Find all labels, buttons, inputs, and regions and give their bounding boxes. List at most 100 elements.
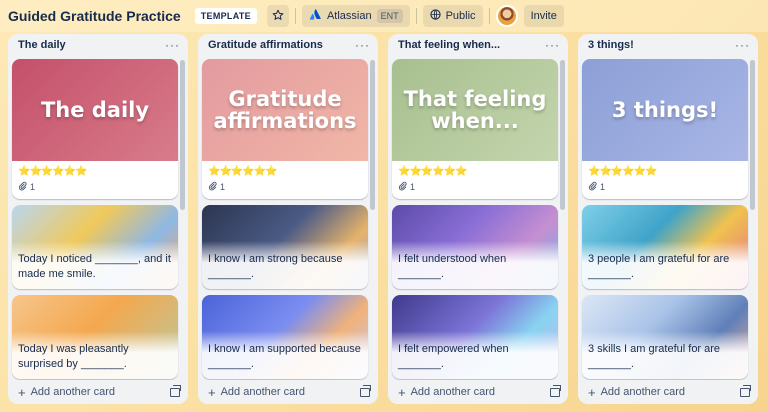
header-divider	[294, 8, 296, 24]
card-rating: ⭐⭐⭐⭐⭐⭐	[398, 166, 468, 177]
template-icon[interactable]	[170, 384, 181, 397]
star-icon	[272, 9, 284, 24]
workspace-button[interactable]: Atlassian ENT	[301, 5, 410, 27]
list-header[interactable]: 3 things! ···	[578, 34, 758, 56]
card-list: Gratitude affirmations ⭐⭐⭐⭐⭐⭐ 1 I know I…	[202, 59, 368, 385]
list-scrollbar[interactable]	[750, 60, 755, 210]
header-divider	[488, 8, 490, 24]
prompt-card[interactable]: 3 people I am grateful for are _______.	[582, 205, 748, 289]
cover-card[interactable]: The daily ⭐⭐⭐⭐⭐⭐ 1	[12, 59, 178, 199]
list-title[interactable]: That feeling when...	[398, 39, 500, 51]
paperclip-icon	[588, 181, 597, 193]
more-dots-icon[interactable]: ···	[735, 39, 750, 51]
card-list: 3 things! ⭐⭐⭐⭐⭐⭐ 1 3 people I am gratefu…	[582, 59, 748, 385]
cover-card[interactable]: 3 things! ⭐⭐⭐⭐⭐⭐ 1	[582, 59, 748, 199]
card-title: 3 skills I am grateful for are _______.	[588, 343, 721, 370]
add-card-label: Add another card	[220, 386, 305, 398]
card-cover: The daily	[12, 59, 178, 161]
paperclip-icon	[18, 181, 27, 193]
list-scrollbar[interactable]	[560, 60, 565, 210]
attachment-badge: 1	[202, 177, 368, 199]
card-cover: That feeling when...	[392, 59, 558, 161]
card-cover-title: Gratitude affirmations	[213, 86, 357, 133]
prompt-card[interactable]: Today I noticed _______, and it made me …	[12, 205, 178, 289]
list-title[interactable]: 3 things!	[588, 39, 634, 51]
attachment-count: 1	[220, 182, 226, 192]
paperclip-icon	[398, 181, 407, 193]
card-list: The daily ⭐⭐⭐⭐⭐⭐ 1 Today I noticed _____…	[12, 59, 178, 385]
star-button[interactable]	[266, 5, 289, 27]
card-title: I know I am supported because _______.	[208, 343, 361, 370]
atlassian-logo-icon	[309, 8, 322, 24]
list-column: The daily ··· The daily ⭐⭐⭐⭐⭐⭐ 1 Today I…	[8, 34, 188, 404]
attachment-badge: 1	[392, 177, 558, 199]
visibility-button[interactable]: Public	[422, 5, 483, 27]
card-title: Today I was pleasantly surprised by ____…	[18, 343, 129, 370]
plus-icon: +	[208, 384, 216, 400]
attachment-count: 1	[600, 182, 606, 192]
list-footer: + Add another card	[578, 380, 758, 404]
list-title[interactable]: The daily	[18, 39, 66, 51]
card-title: 3 people I am grateful for are _______.	[588, 253, 730, 280]
add-card-label: Add another card	[600, 386, 685, 398]
card-title: I know I am strong because _______.	[208, 253, 343, 280]
prompt-card[interactable]: I know I am strong because _______.	[202, 205, 368, 289]
prompt-card[interactable]: I felt empowered when _______.	[392, 295, 558, 379]
invite-button[interactable]: Invite	[523, 5, 564, 27]
visibility-label: Public	[445, 10, 476, 22]
list-footer: + Add another card	[388, 380, 568, 404]
list-scrollbar[interactable]	[180, 60, 185, 210]
prompt-card[interactable]: I know I am supported because _______.	[202, 295, 368, 379]
workspace-label: Atlassian	[326, 10, 372, 22]
card-title: I felt understood when _______.	[398, 253, 507, 280]
prompt-card[interactable]: 3 skills I am grateful for are _______.	[582, 295, 748, 379]
board-title[interactable]: Guided Gratitude Practice	[8, 8, 181, 24]
card-cover-title: That feeling when...	[403, 86, 547, 133]
more-dots-icon[interactable]: ···	[545, 39, 560, 51]
list-header[interactable]: The daily ···	[8, 34, 188, 56]
prompt-card[interactable]: Today I was pleasantly surprised by ____…	[12, 295, 178, 379]
add-card-label: Add another card	[30, 386, 115, 398]
template-icon[interactable]	[740, 384, 751, 397]
list-scrollbar[interactable]	[370, 60, 375, 210]
avatar[interactable]	[495, 5, 518, 27]
plus-icon: +	[398, 384, 406, 400]
add-card-button[interactable]: + Add another card	[18, 386, 115, 399]
card-cover: 3 things!	[582, 59, 748, 161]
plus-icon: +	[18, 384, 26, 400]
card-title: I felt empowered when _______.	[398, 343, 509, 370]
list-column: Gratitude affirmations ··· Gratitude aff…	[198, 34, 378, 404]
add-card-label: Add another card	[410, 386, 495, 398]
paperclip-icon	[208, 181, 217, 193]
more-dots-icon[interactable]: ···	[355, 39, 370, 51]
list-column: 3 things! ··· 3 things! ⭐⭐⭐⭐⭐⭐ 1 3 peopl…	[578, 34, 758, 404]
card-rating: ⭐⭐⭐⭐⭐⭐	[588, 166, 658, 177]
card-rating: ⭐⭐⭐⭐⭐⭐	[208, 166, 278, 177]
attachment-count: 1	[410, 182, 416, 192]
more-dots-icon[interactable]: ···	[165, 39, 180, 51]
cover-card[interactable]: That feeling when... ⭐⭐⭐⭐⭐⭐ 1	[392, 59, 558, 199]
template-icon[interactable]	[550, 384, 561, 397]
add-card-button[interactable]: + Add another card	[588, 386, 685, 399]
add-card-button[interactable]: + Add another card	[398, 386, 495, 399]
card-list: That feeling when... ⭐⭐⭐⭐⭐⭐ 1 I felt und…	[392, 59, 558, 385]
workspace-ent-badge: ENT	[376, 9, 403, 23]
card-cover-title: 3 things!	[611, 97, 719, 122]
board-header: Guided Gratitude Practice TEMPLATE Atlas…	[0, 0, 768, 32]
globe-icon	[429, 9, 441, 23]
list-header[interactable]: Gratitude affirmations ···	[198, 34, 378, 56]
card-title: Today I noticed _______, and it made me …	[18, 253, 171, 280]
template-icon[interactable]	[360, 384, 371, 397]
list-footer: + Add another card	[8, 380, 188, 404]
plus-icon: +	[588, 384, 596, 400]
template-badge: TEMPLATE	[194, 8, 257, 24]
list-header[interactable]: That feeling when... ···	[388, 34, 568, 56]
attachment-count: 1	[30, 182, 36, 192]
prompt-card[interactable]: I felt understood when _______.	[392, 205, 558, 289]
add-card-button[interactable]: + Add another card	[208, 386, 305, 399]
invite-label: Invite	[530, 10, 557, 22]
board-lists: The daily ··· The daily ⭐⭐⭐⭐⭐⭐ 1 Today I…	[8, 34, 758, 404]
card-rating: ⭐⭐⭐⭐⭐⭐	[18, 166, 88, 177]
cover-card[interactable]: Gratitude affirmations ⭐⭐⭐⭐⭐⭐ 1	[202, 59, 368, 199]
list-title[interactable]: Gratitude affirmations	[208, 39, 323, 51]
